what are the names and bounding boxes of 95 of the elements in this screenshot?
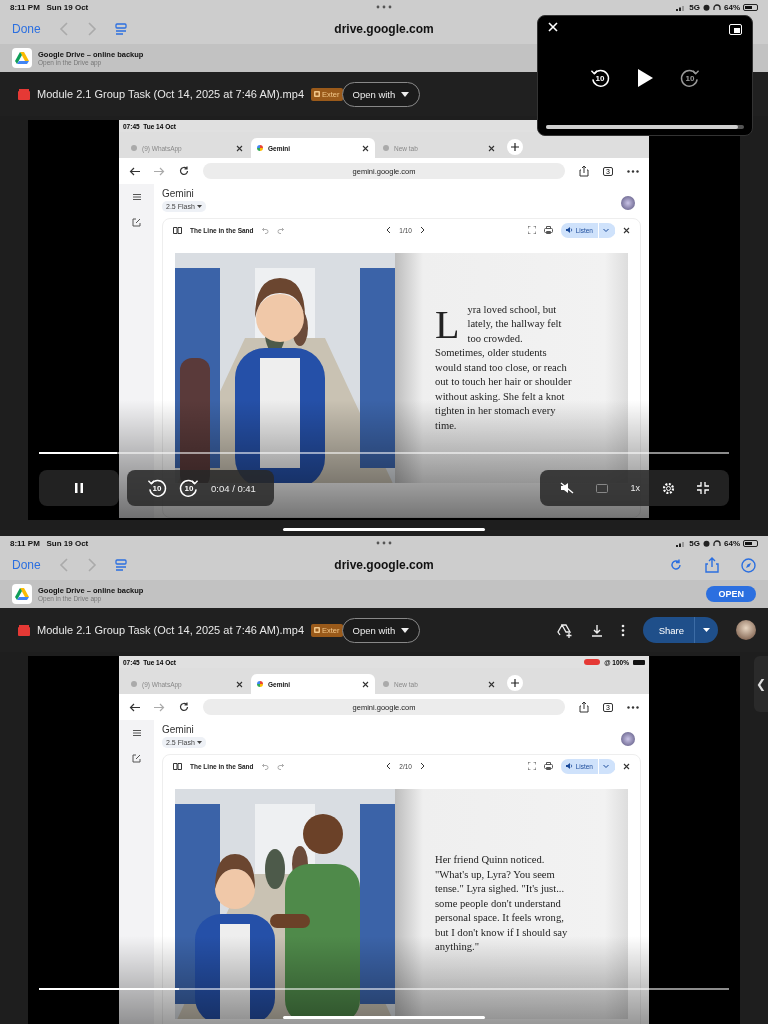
next-page-icon[interactable]	[419, 762, 425, 770]
speaker-icon	[565, 763, 573, 769]
settings-icon[interactable]	[662, 481, 675, 495]
alarm-icon	[703, 3, 710, 11]
fullscreen-icon[interactable]	[527, 226, 536, 234]
menu-icon[interactable]	[132, 194, 141, 200]
avatar[interactable]	[736, 620, 756, 640]
previous-page-icon[interactable]	[386, 762, 392, 770]
share-icon[interactable]	[579, 165, 590, 177]
share-icon[interactable]	[579, 701, 590, 713]
compass-icon[interactable]	[741, 557, 756, 573]
drive-logo-icon	[12, 48, 32, 68]
next-page-icon[interactable]	[419, 226, 425, 234]
close-icon[interactable]	[623, 762, 630, 770]
link-icon	[314, 627, 320, 633]
status-time: 8:11 PM Sun 19 Oct	[10, 2, 89, 12]
muted-speaker-icon[interactable]	[560, 482, 575, 494]
back-icon[interactable]	[129, 702, 140, 712]
signal-icon	[676, 3, 687, 11]
signal-icon	[676, 539, 687, 547]
reload-icon[interactable]	[179, 166, 189, 176]
menu-icon[interactable]	[132, 730, 141, 736]
back-icon[interactable]	[129, 166, 140, 176]
close-icon[interactable]	[236, 680, 243, 688]
book-icon	[173, 226, 182, 234]
close-icon[interactable]	[236, 144, 243, 152]
new-chat-icon[interactable]	[132, 218, 141, 227]
video-file-icon	[18, 624, 30, 636]
reload-icon[interactable]	[179, 702, 189, 712]
drive-logo-icon	[12, 584, 32, 604]
close-icon[interactable]	[623, 226, 630, 234]
recording-indicator	[584, 659, 601, 665]
page-address[interactable]: drive.google.com	[334, 22, 434, 36]
print-icon[interactable]	[543, 762, 553, 770]
battery-icon	[633, 659, 645, 665]
link-icon	[314, 91, 320, 97]
multitask-dots-icon[interactable]	[376, 5, 392, 9]
caret-icon	[401, 627, 410, 633]
caret-icon	[401, 91, 410, 97]
listen-options-button[interactable]	[599, 222, 615, 238]
download-icon[interactable]	[590, 623, 603, 637]
new-tab-button[interactable]	[507, 139, 523, 155]
play-icon[interactable]	[637, 69, 653, 87]
alarm-icon	[703, 539, 710, 547]
picture-in-picture-window[interactable]: 10 10	[537, 15, 753, 136]
new-chat-icon[interactable]	[132, 754, 141, 763]
app-title: Gemini	[162, 724, 194, 735]
new-tab-button[interactable]	[507, 675, 523, 691]
close-icon[interactable]	[488, 144, 495, 152]
book-icon	[173, 762, 182, 770]
story-text: Her friend Quinn noticed. "What's up, Lyra? You seem tense." Lyra sighed. "It's just... some people don't understand personal space. It feels wrong, but I don't know if I should say anything."	[435, 853, 569, 955]
open-with-button[interactable]: Open with	[341, 617, 421, 643]
share-button[interactable]: Share	[642, 617, 718, 643]
playback-speed[interactable]: 1x	[630, 483, 640, 493]
speaker-icon	[565, 227, 573, 233]
exit-fullscreen-icon[interactable]	[697, 482, 709, 494]
reader-icon[interactable]	[114, 559, 127, 571]
network-label: 5G	[689, 2, 700, 12]
video-file-icon	[18, 88, 30, 100]
print-icon[interactable]	[543, 226, 553, 234]
reader-icon[interactable]	[114, 23, 127, 35]
battery-icon	[743, 539, 758, 547]
headphones-icon	[713, 539, 721, 547]
pause-button[interactable]	[39, 470, 119, 506]
caret-icon	[196, 741, 202, 744]
file-name: Module 2.1 Group Task (Oct 14, 2025 at 7:46 AM).mp4	[37, 88, 304, 100]
more-icon[interactable]	[620, 623, 625, 637]
more-icon[interactable]	[627, 169, 639, 173]
close-icon[interactable]	[362, 144, 369, 152]
open-app-button[interactable]: OPEN	[706, 586, 756, 602]
previous-page-icon[interactable]	[386, 226, 392, 234]
add-to-drive-icon[interactable]	[556, 622, 573, 638]
file-name: Module 2.1 Group Task (Oct 14, 2025 at 7:46 AM).mp4	[37, 624, 304, 636]
side-panel-handle[interactable]: ❮	[754, 656, 768, 712]
app-title: Gemini	[162, 188, 194, 199]
battery-percent: 64%	[724, 538, 740, 548]
playback-time: 0:04 / 0:41	[211, 482, 256, 494]
fullscreen-icon[interactable]	[527, 762, 536, 770]
battery-icon	[743, 3, 758, 11]
more-icon[interactable]	[627, 705, 639, 709]
captions-icon[interactable]	[596, 483, 609, 493]
listen-options-button[interactable]	[599, 758, 615, 774]
page-address[interactable]: drive.google.com	[334, 558, 434, 572]
multitask-dots-icon[interactable]	[376, 541, 392, 545]
close-icon[interactable]	[362, 680, 369, 688]
network-label: 5G	[689, 538, 700, 548]
headphones-icon	[713, 3, 721, 11]
pause-icon	[75, 483, 83, 493]
caret-icon	[196, 205, 202, 208]
close-icon[interactable]	[488, 680, 495, 688]
restore-window-icon[interactable]	[729, 24, 742, 35]
status-time: 8:11 PM Sun 19 Oct	[10, 538, 89, 548]
caret-icon[interactable]	[703, 628, 710, 632]
open-with-button[interactable]: Open with	[341, 81, 421, 107]
battery-percent: 64%	[724, 2, 740, 12]
